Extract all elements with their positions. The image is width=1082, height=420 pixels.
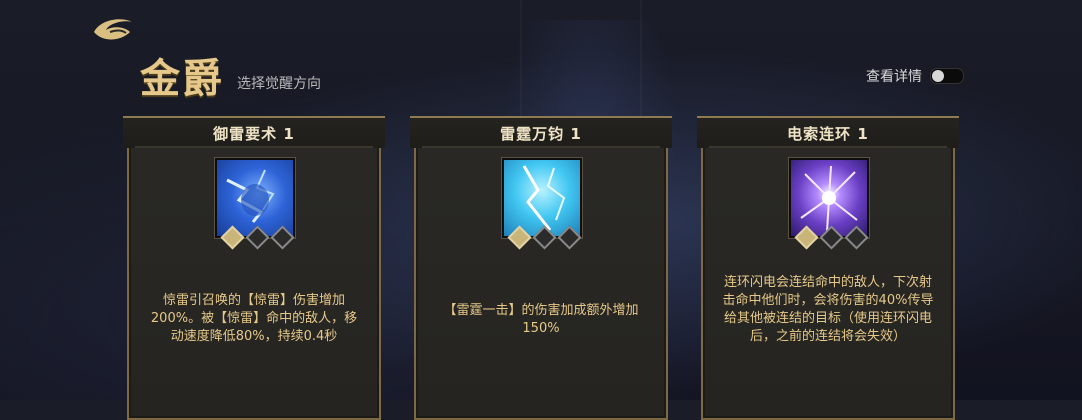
page-subtitle: 选择觉醒方向 (237, 76, 321, 92)
back-logo-icon[interactable] (90, 12, 138, 44)
details-toggle[interactable] (930, 68, 964, 84)
card-header: 电索连环 1 (697, 116, 959, 148)
card-description: 连环闪电会连结命中的敌人，下次射击命中他们时，会将伤害的40%传导给其他被连结的… (722, 275, 934, 344)
level-diamond-empty (245, 225, 270, 250)
level-diamond-empty (270, 225, 295, 250)
card-description: 惊雷引召唤的【惊雷】伤害增加200%。被【惊雷】命中的敌人，移动速度降低80%，… (150, 293, 358, 344)
level-diamond-empty (844, 225, 869, 250)
details-toggle-group[interactable]: 查看详情 (866, 66, 964, 86)
level-diamond-filled (507, 225, 532, 250)
level-indicator (794, 225, 869, 250)
level-diamond-filled (220, 225, 245, 250)
awakening-card-2[interactable]: 雷霆万钧 1 【雷霆一击】的伤害加成额外增加150% (410, 116, 672, 420)
level-diamond-empty (557, 225, 582, 250)
card-title: 电索连环 1 (787, 124, 869, 143)
awakening-card-1[interactable]: 御雷要术 1 惊雷引召唤的【惊雷】伤害增加200%。被【惊雷】命中的敌人，移动速… (123, 116, 385, 420)
level-diamond-empty (532, 225, 557, 250)
level-indicator (507, 225, 582, 250)
card-description: 【雷霆一击】的伤害加成额外增加150% (443, 303, 639, 336)
card-title: 雷霆万钧 1 (500, 124, 582, 143)
details-toggle-label: 查看详情 (866, 69, 922, 85)
card-title: 御雷要术 1 (213, 124, 295, 143)
awakening-card-3[interactable]: 电索连环 1 连环闪电会连结命中的敌人，下次射击命中他们时，会将伤害的40%传导… (697, 116, 959, 420)
card-divider (422, 146, 660, 148)
card-divider (709, 146, 947, 148)
card-divider (135, 146, 373, 148)
level-diamond-empty (819, 225, 844, 250)
page-title: 金爵 (140, 55, 224, 102)
card-header: 雷霆万钧 1 (410, 116, 672, 148)
card-header: 御雷要术 1 (123, 116, 385, 148)
level-indicator (220, 225, 295, 250)
toggle-knob (932, 70, 944, 82)
level-diamond-filled (794, 225, 819, 250)
